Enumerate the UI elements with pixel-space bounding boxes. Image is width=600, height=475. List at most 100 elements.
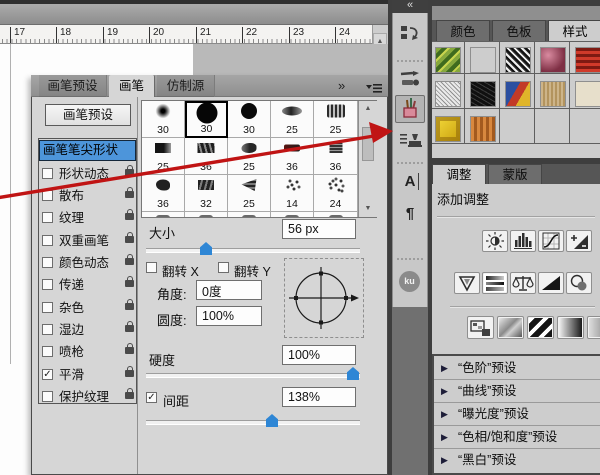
option-label[interactable]: 形状动态 [59,164,109,184]
style-swatch[interactable] [540,81,566,107]
checkbox[interactable] [42,235,53,246]
checkbox[interactable] [42,391,53,402]
history-panel-icon[interactable] [395,20,425,48]
gradient-map-icon[interactable] [557,316,584,339]
option-label[interactable]: 散布 [59,186,84,206]
style-swatch[interactable] [435,47,461,73]
lock-icon[interactable] [125,366,134,377]
size-input[interactable] [282,219,356,239]
clone-source-panel-icon[interactable] [395,126,425,154]
expand-triangle-icon[interactable]: ▶ [441,380,448,403]
lock-icon[interactable] [125,232,134,243]
brush-tip-cell[interactable]: 14 [271,175,314,212]
lock-icon[interactable] [125,388,134,399]
brush-tip-cell[interactable]: 32 [185,175,228,212]
angle-input[interactable] [196,280,262,300]
brush-tip-cell[interactable] [142,212,185,217]
paragraph-panel-icon[interactable]: ¶ [395,200,425,228]
panel-menu-icon[interactable] [366,81,382,99]
selective-color-icon[interactable] [467,316,494,339]
tab-adjustments[interactable]: 调整 [432,164,486,184]
style-swatch[interactable] [540,47,566,73]
option-label[interactable]: 纹理 [59,208,84,228]
option-label[interactable]: 双重画笔 [59,231,109,251]
levels-icon[interactable] [510,230,536,252]
style-swatch[interactable] [435,81,461,107]
brush-tip-cell[interactable]: 25 [228,175,271,212]
flip-x-checkbox[interactable] [146,262,157,273]
tab-brush-presets[interactable]: 画笔预设 [39,75,107,97]
option-label[interactable]: 保护纹理 [59,387,109,407]
lock-icon[interactable] [125,165,134,176]
preset-group-row[interactable]: ▶ “色相/饱和度”预设 [434,426,600,449]
scroll-down-icon[interactable]: ▼ [362,203,374,215]
checkbox[interactable] [42,346,53,357]
scrollbar-thumb[interactable] [362,127,374,161]
grid-scrollbar[interactable]: ▲ ▼ [358,101,377,217]
lock-icon[interactable] [125,343,134,354]
color-balance-icon[interactable] [510,272,536,294]
expand-triangle-icon[interactable]: ▶ [441,403,448,426]
size-slider-track[interactable] [146,248,360,253]
brush-tip-cell[interactable] [271,212,314,217]
preset-group-row[interactable]: ▶ “色阶”预设 [434,357,600,380]
preset-group-row[interactable]: ▶ “曝光度”预设 [434,403,600,426]
checkbox[interactable] [42,212,53,223]
hue-saturation-icon[interactable] [482,272,508,294]
spacing-input[interactable] [282,387,356,407]
lock-icon[interactable] [125,187,134,198]
brush-panel-icon-active[interactable] [395,95,425,123]
lock-icon[interactable] [125,254,134,265]
option-label[interactable]: 颜色动态 [59,253,109,273]
brush-tip-cell[interactable]: 36 [142,175,185,212]
tool-presets-panel-icon[interactable] [395,64,425,92]
hardness-slider-track[interactable] [146,373,360,378]
tab-masks[interactable]: 蒙版 [488,164,542,184]
preset-group-row[interactable]: ▶ “曲线”预设 [434,380,600,403]
lock-icon[interactable] [125,299,134,310]
option-label[interactable]: 平滑 [59,365,84,385]
brightness-contrast-icon[interactable] [482,230,508,252]
kuler-panel-icon[interactable]: ku [395,268,425,296]
tab-swatches[interactable]: 色板 [492,20,546,42]
photo-filter-icon[interactable] [566,272,592,294]
brush-tip-cell-selected[interactable]: 30 [185,101,228,138]
brush-tip-cell[interactable]: 30 [142,101,185,138]
expand-triangle-icon[interactable]: ▶ [441,426,448,449]
brush-presets-button[interactable]: 画笔预设 [45,104,131,126]
brush-tip-cell[interactable] [228,212,271,217]
brush-angle-preview[interactable] [284,258,364,338]
tab-brush[interactable]: 画笔 [109,75,155,97]
checkbox[interactable] [42,257,53,268]
tab-color[interactable]: 颜色 [436,20,490,42]
roundness-input[interactable] [196,306,262,326]
brush-tip-cell[interactable] [314,212,358,217]
character-panel-icon[interactable]: A [395,168,425,196]
hardness-input[interactable] [282,345,356,365]
brush-tip-shape-item[interactable]: 画笔笔尖形状 [39,140,136,161]
clipped-adjustment-icon[interactable] [587,316,600,339]
checkbox[interactable] [42,190,53,201]
collapse-panel-icon[interactable]: » [338,75,345,97]
lock-icon[interactable] [125,321,134,332]
spacing-slider-track[interactable] [146,420,360,425]
black-white-icon[interactable] [538,272,564,294]
expand-triangle-icon[interactable]: ▶ [441,449,448,472]
style-swatch[interactable] [505,47,531,73]
vibrance-icon[interactable] [454,272,480,294]
option-label[interactable]: 湿边 [59,320,84,340]
tab-clone-source[interactable]: 仿制源 [157,75,215,97]
option-label[interactable]: 传递 [59,275,84,295]
lock-icon[interactable] [125,276,134,287]
exposure-icon[interactable] [566,230,592,252]
collapse-dock-button[interactable]: « [392,0,428,13]
style-swatch[interactable] [435,116,461,142]
option-label[interactable]: 杂色 [59,298,84,318]
channel-mixer-icon[interactable] [497,316,524,339]
spacing-checkbox-checked[interactable] [146,392,157,403]
brush-tip-cell[interactable]: 36 [185,138,228,175]
lock-icon[interactable] [125,209,134,220]
style-swatch[interactable] [575,47,600,73]
style-swatch[interactable] [470,81,496,107]
style-swatch[interactable] [470,47,496,73]
